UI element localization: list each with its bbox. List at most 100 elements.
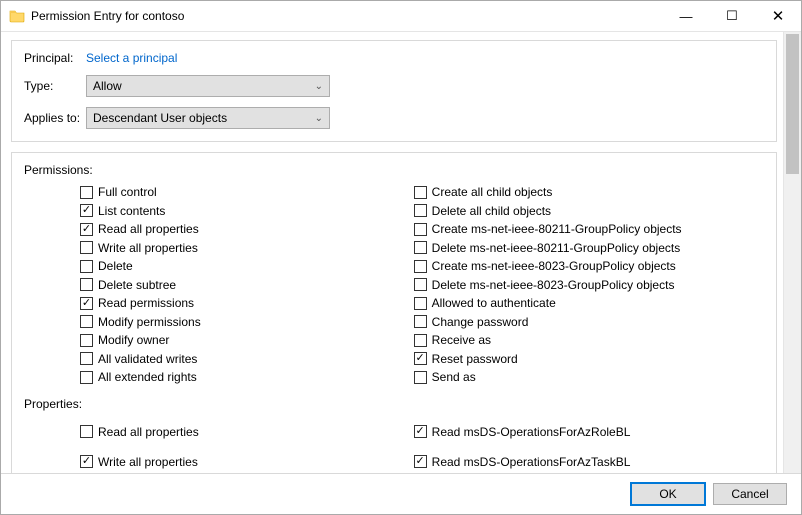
checkbox[interactable] xyxy=(80,278,93,291)
permission-label: Modify permissions xyxy=(98,315,201,329)
permission-item: ✓List contents xyxy=(80,202,414,221)
minimize-button[interactable]: — xyxy=(663,1,709,31)
permission-item: ✓ Read all properties xyxy=(80,220,414,239)
permission-item: ✓Write all properties xyxy=(80,447,414,474)
dialog-footer: OK Cancel xyxy=(1,473,801,514)
window: Permission Entry for contoso — ☐ ✕ Princ… xyxy=(0,0,802,515)
permission-label: Delete subtree xyxy=(98,278,176,292)
permissions-group: Permissions: Full control✓List contents✓… xyxy=(11,152,777,473)
permission-label: Read all properties xyxy=(98,425,199,439)
content: Principal: Select a principal Type: Allo… xyxy=(1,32,783,473)
select-principal-link[interactable]: Select a principal xyxy=(86,51,177,65)
permission-item: Delete ms-net-ieee-80211-GroupPolicy obj… xyxy=(414,239,764,258)
permission-item: ✓ Read msDS-OperationsForAzRoleBL xyxy=(414,417,764,447)
checkbox[interactable]: ✓ xyxy=(80,223,93,236)
permission-label: Create ms-net-ieee-8023-GroupPolicy obje… xyxy=(432,259,676,273)
properties-grid: Read all properties ✓Write all properties… xyxy=(24,417,764,474)
checkbox[interactable] xyxy=(414,186,427,199)
checkbox[interactable] xyxy=(80,352,93,365)
permission-label: Read msDS-OperationsForAzTaskBL xyxy=(432,455,631,469)
checkbox[interactable] xyxy=(414,315,427,328)
permission-label: All validated writes xyxy=(98,352,197,366)
scroll-thumb[interactable] xyxy=(786,34,799,174)
permission-item: Delete all child objects xyxy=(414,202,764,221)
checkbox[interactable] xyxy=(80,260,93,273)
permission-item: Delete ms-net-ieee-8023-GroupPolicy obje… xyxy=(414,276,764,295)
permission-item: ✓ Reset password xyxy=(414,350,764,369)
permissions-section-label: Permissions: xyxy=(24,163,764,177)
appliesto-select[interactable]: Descendant User objects ⌄ xyxy=(86,107,330,129)
permission-label: Create all child objects xyxy=(432,185,553,199)
checkbox[interactable] xyxy=(80,371,93,384)
close-button[interactable]: ✕ xyxy=(755,1,801,31)
permission-item: ✓ Read msDS-OperationsForAzTaskBL xyxy=(414,447,764,474)
permission-item: Modify permissions xyxy=(80,313,414,332)
type-select[interactable]: Allow ⌄ xyxy=(86,75,330,97)
checkbox[interactable] xyxy=(80,186,93,199)
cancel-button-label: Cancel xyxy=(731,487,768,501)
permission-item: Create ms-net-ieee-80211-GroupPolicy obj… xyxy=(414,220,764,239)
ok-button-label: OK xyxy=(659,487,676,501)
permission-item: All extended rights xyxy=(80,368,414,387)
type-select-value: Allow xyxy=(93,79,122,93)
chevron-down-icon: ⌄ xyxy=(315,113,323,124)
checkbox[interactable]: ✓ xyxy=(414,352,427,365)
permission-item: All validated writes xyxy=(80,350,414,369)
checkbox[interactable]: ✓ xyxy=(414,425,427,438)
permission-label: Full control xyxy=(98,185,157,199)
checkbox[interactable] xyxy=(414,278,427,291)
checkbox[interactable] xyxy=(414,334,427,347)
checkbox[interactable]: ✓ xyxy=(80,455,93,468)
permission-label: Read all properties xyxy=(98,222,199,236)
permission-item: Receive as xyxy=(414,331,764,350)
permission-item: ✓ Read permissions xyxy=(80,294,414,313)
permission-label: Modify owner xyxy=(98,333,169,347)
appliesto-select-value: Descendant User objects xyxy=(93,111,227,125)
checkbox[interactable] xyxy=(414,204,427,217)
permission-item: Change password xyxy=(414,313,764,332)
permission-label: Read msDS-OperationsForAzRoleBL xyxy=(432,425,631,439)
permission-label: Read permissions xyxy=(98,296,194,310)
checkbox[interactable] xyxy=(80,315,93,328)
permission-item: Modify owner xyxy=(80,331,414,350)
checkbox[interactable]: ✓ xyxy=(80,204,93,217)
permissions-column-left: Full control✓List contents✓Read all prop… xyxy=(80,183,414,387)
permissions-column-right: Create all child objects Delete all child… xyxy=(414,183,764,387)
properties-section-label: Properties: xyxy=(24,397,764,411)
permission-item: Read all properties xyxy=(80,417,414,447)
ok-button[interactable]: OK xyxy=(631,483,705,505)
checkbox[interactable] xyxy=(80,425,93,438)
maximize-button[interactable]: ☐ xyxy=(709,1,755,31)
permission-item: Delete xyxy=(80,257,414,276)
permission-label: Reset password xyxy=(432,352,518,366)
checkbox[interactable] xyxy=(414,223,427,236)
checkbox[interactable] xyxy=(414,241,427,254)
checkbox[interactable]: ✓ xyxy=(80,297,93,310)
checkbox[interactable] xyxy=(414,371,427,384)
permission-item: Delete subtree xyxy=(80,276,414,295)
window-title: Permission Entry for contoso xyxy=(31,9,663,23)
permission-label: Delete all child objects xyxy=(432,204,551,218)
checkbox[interactable]: ✓ xyxy=(414,455,427,468)
client-area: Principal: Select a principal Type: Allo… xyxy=(1,32,801,473)
permission-label: Delete ms-net-ieee-80211-GroupPolicy obj… xyxy=(432,241,681,255)
vertical-scrollbar[interactable] xyxy=(783,32,801,473)
maximize-icon: ☐ xyxy=(726,8,738,24)
permission-label: Delete ms-net-ieee-8023-GroupPolicy obje… xyxy=(432,278,675,292)
permission-label: All extended rights xyxy=(98,370,197,384)
checkbox[interactable] xyxy=(414,297,427,310)
checkbox[interactable] xyxy=(80,241,93,254)
permission-label: Receive as xyxy=(432,333,491,347)
permission-label: Change password xyxy=(432,315,529,329)
checkbox[interactable] xyxy=(80,334,93,347)
permission-item: Send as xyxy=(414,368,764,387)
cancel-button[interactable]: Cancel xyxy=(713,483,787,505)
minimize-icon: — xyxy=(680,9,693,24)
checkbox[interactable] xyxy=(414,260,427,273)
permission-item: Create ms-net-ieee-8023-GroupPolicy obje… xyxy=(414,257,764,276)
chevron-down-icon: ⌄ xyxy=(315,81,323,92)
appliesto-label: Applies to: xyxy=(24,111,86,125)
permission-label: Send as xyxy=(432,370,476,384)
permission-item: Full control xyxy=(80,183,414,202)
principal-label: Principal: xyxy=(24,51,86,65)
